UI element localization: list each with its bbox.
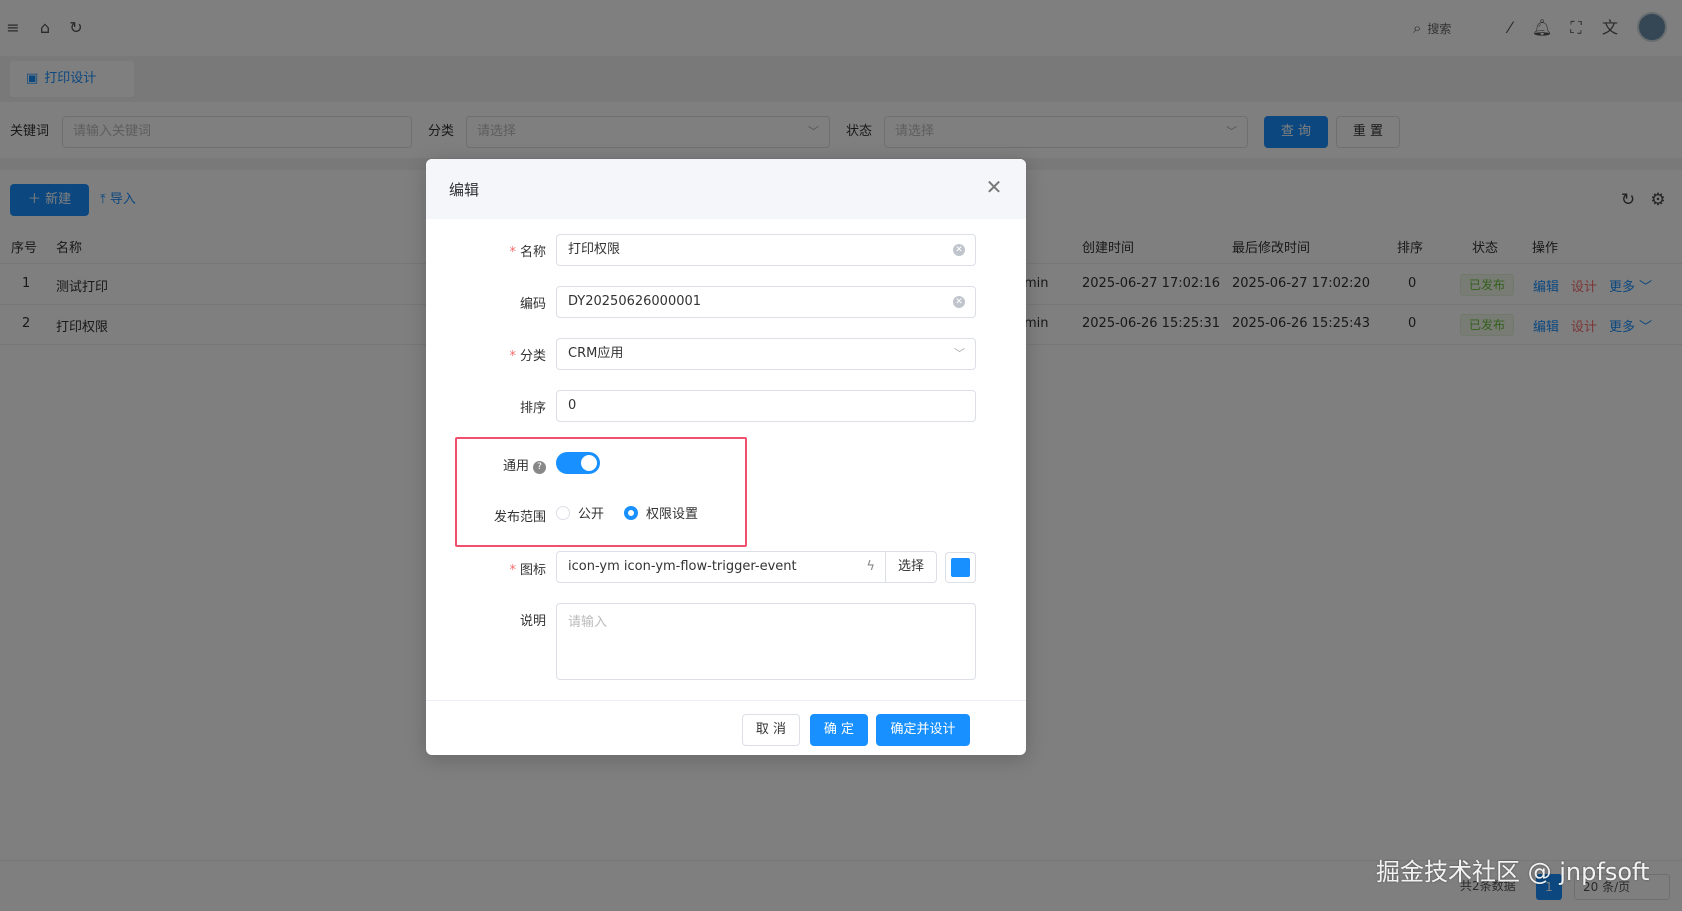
dialog-footer: 取 消 确 定 确定并设计 — [426, 700, 1026, 755]
close-icon[interactable]: ✕ — [982, 175, 1006, 199]
name-label-text: 名称 — [519, 245, 546, 260]
sort-value: 0 — [568, 398, 577, 413]
code-field[interactable]: DY20250626000001 ✕ — [556, 286, 976, 318]
icon-label-text: 图标 — [519, 563, 546, 578]
icon-value: icon-ym icon-ym-flow-trigger-event — [568, 559, 797, 574]
dialog-title: 编辑 — [449, 181, 480, 199]
icon-field[interactable]: icon-ym icon-ym-flow-trigger-event ϟ — [556, 551, 886, 583]
dialog-header: 编辑 ✕ — [426, 159, 1026, 219]
sort-label: 排序 — [519, 401, 546, 416]
icon-label: * 图标 — [509, 563, 546, 578]
code-value: DY20250626000001 — [568, 294, 702, 309]
icon-select-button[interactable]: 选择 — [885, 551, 937, 583]
desc-label: 说明 — [519, 614, 546, 629]
sort-field[interactable]: 0 — [556, 390, 976, 422]
highlight-box — [455, 437, 747, 547]
color-picker[interactable] — [945, 552, 976, 583]
category-select[interactable]: CRM应用 ﹀ — [556, 338, 976, 370]
color-swatch — [951, 558, 970, 577]
clear-icon[interactable]: ✕ — [953, 244, 965, 256]
ok-design-button[interactable]: 确定并设计 — [876, 714, 970, 746]
flash-icon: ϟ — [866, 559, 875, 574]
cancel-button[interactable]: 取 消 — [742, 714, 800, 746]
clear-icon[interactable]: ✕ — [953, 296, 965, 308]
watermark: 掘金技术社区 @ jnpfsoft — [1376, 858, 1650, 886]
category-label-text: 分类 — [519, 349, 546, 364]
name-label: * 名称 — [509, 245, 546, 260]
category-label: * 分类 — [509, 349, 546, 364]
edit-dialog: 编辑 ✕ * 名称 打印权限 ✕ 编码 DY20250626000001 ✕ * 分… — [426, 159, 1026, 755]
desc-textarea[interactable]: 请输入 — [556, 603, 976, 680]
desc-placeholder: 请输入 — [568, 615, 608, 630]
ok-button[interactable]: 确 定 — [810, 714, 868, 746]
code-label: 编码 — [519, 297, 546, 312]
category-value: CRM应用 — [568, 346, 624, 361]
name-value: 打印权限 — [568, 242, 621, 257]
name-field[interactable]: 打印权限 ✕ — [556, 234, 976, 266]
chevron-down-icon: ﹀ — [954, 347, 965, 360]
